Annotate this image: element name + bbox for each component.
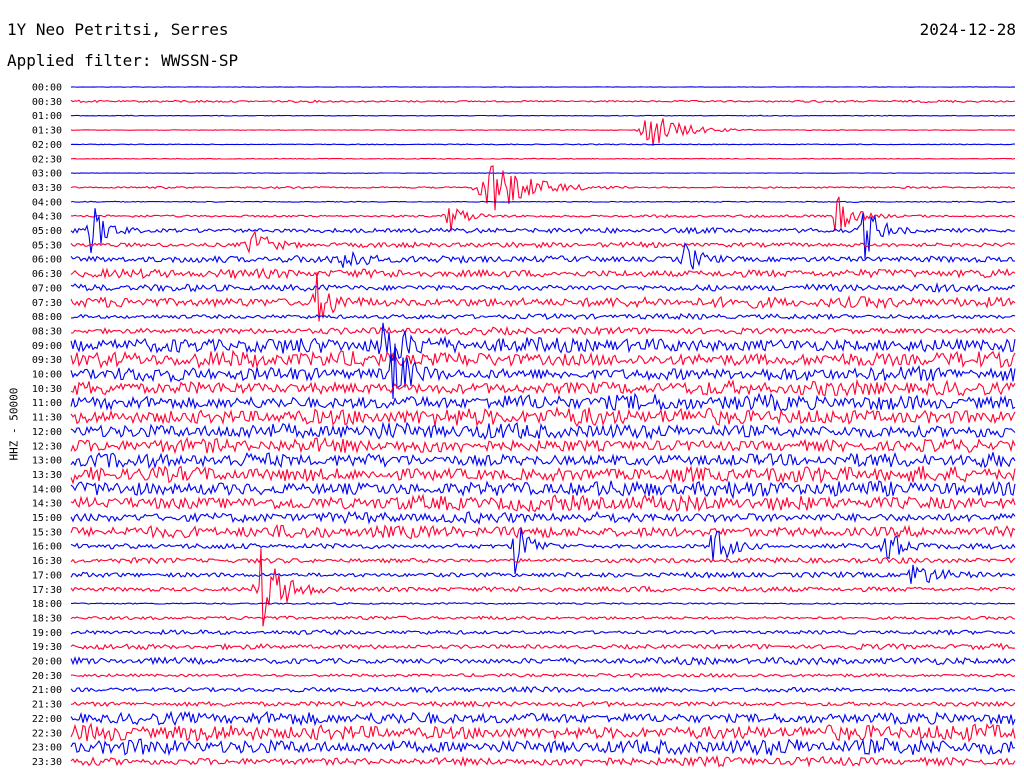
trace-line-0930 bbox=[70, 349, 1016, 370]
trace-line-2230 bbox=[70, 722, 1016, 743]
trace-line-1900 bbox=[70, 628, 1016, 636]
time-tick-label: 13:00 bbox=[32, 456, 62, 467]
trace-line-1500 bbox=[70, 510, 1016, 525]
trace-line-0230 bbox=[70, 157, 1016, 160]
trace-line-0030 bbox=[70, 99, 1016, 104]
trace-line-1700 bbox=[70, 564, 1016, 584]
time-tick-label: 08:30 bbox=[32, 326, 62, 337]
trace-line-0300 bbox=[71, 172, 1015, 174]
time-tick-label: 00:00 bbox=[32, 83, 62, 94]
time-tick-label: 12:00 bbox=[32, 427, 62, 438]
trace-line-1930 bbox=[70, 642, 1016, 651]
trace-line-2130 bbox=[70, 700, 1016, 709]
time-tick-labels: 00:00 00:30 01:00 01:30 02:00 02:30 03:00 03:30… bbox=[32, 83, 62, 768]
time-tick-label: 05:30 bbox=[32, 240, 62, 251]
time-tick-label: 09:00 bbox=[32, 341, 62, 352]
trace-line-0600 bbox=[70, 242, 1016, 270]
time-tick-label: 14:00 bbox=[32, 484, 62, 495]
time-tick-label: 03:00 bbox=[32, 169, 62, 180]
trace-line-0800 bbox=[71, 312, 1016, 321]
time-tick-label: 19:30 bbox=[32, 642, 62, 653]
trace-line-1630 bbox=[70, 556, 1016, 565]
time-tick-label: 06:00 bbox=[32, 255, 62, 266]
time-tick-label: 17:30 bbox=[32, 585, 62, 596]
trace-line-0530 bbox=[70, 229, 1016, 254]
trace-line-2330 bbox=[70, 754, 1016, 768]
trace-line-0100 bbox=[71, 114, 1016, 117]
trace-line-1530 bbox=[70, 523, 1016, 540]
trace-line-1430 bbox=[70, 493, 1016, 513]
time-tick-label: 13:30 bbox=[32, 470, 62, 481]
trace-line-0730 bbox=[70, 272, 1016, 322]
trace-line-2000 bbox=[70, 656, 1016, 666]
time-tick-label: 20:00 bbox=[32, 657, 62, 668]
time-tick-label: 07:00 bbox=[32, 283, 62, 294]
time-tick-label: 05:00 bbox=[32, 226, 62, 237]
time-tick-label: 19:00 bbox=[32, 628, 62, 639]
trace-line-1830 bbox=[70, 615, 1016, 621]
trace-line-1400 bbox=[70, 480, 1016, 500]
time-tick-label: 10:30 bbox=[32, 384, 62, 395]
trace-line-1100 bbox=[70, 392, 1016, 412]
trace-line-1330 bbox=[70, 465, 1016, 485]
time-tick-label: 21:00 bbox=[32, 685, 62, 696]
time-tick-label: 02:00 bbox=[32, 140, 62, 151]
trace-line-0830 bbox=[70, 325, 1016, 337]
time-tick-label: 04:00 bbox=[32, 197, 62, 208]
trace-line-0400 bbox=[70, 200, 1016, 203]
time-tick-label: 22:00 bbox=[32, 714, 62, 725]
time-tick-label: 18:30 bbox=[32, 613, 62, 624]
time-tick-label: 20:30 bbox=[32, 671, 62, 682]
time-tick-label: 07:30 bbox=[32, 298, 62, 309]
helicorder-plot: 00:00 00:30 01:00 01:30 02:00 02:30 03:00 03:30… bbox=[32, 83, 1016, 768]
trace-line-1300 bbox=[70, 451, 1016, 470]
time-tick-label: 08:00 bbox=[32, 312, 62, 323]
time-tick-label: 12:30 bbox=[32, 441, 62, 452]
trace-line-0200 bbox=[70, 143, 1015, 146]
trace-line-0630 bbox=[70, 267, 1016, 280]
time-tick-label: 18:00 bbox=[32, 599, 62, 610]
trace-line-1130 bbox=[70, 405, 1016, 428]
trace-line-0500 bbox=[70, 208, 1016, 259]
time-tick-label: 23:30 bbox=[32, 757, 62, 768]
time-tick-label: 22:30 bbox=[32, 728, 62, 739]
time-tick-label: 21:30 bbox=[32, 700, 62, 711]
trace-line-1230 bbox=[70, 436, 1016, 455]
time-tick-label: 17:00 bbox=[32, 570, 62, 581]
trace-line-0130 bbox=[70, 118, 1016, 146]
trace-line-2100 bbox=[70, 685, 1016, 694]
time-tick-label: 23:00 bbox=[32, 743, 62, 754]
seismic-traces bbox=[70, 86, 1016, 768]
time-tick-label: 01:00 bbox=[32, 111, 62, 122]
time-tick-label: 16:30 bbox=[32, 556, 62, 567]
time-tick-label: 02:30 bbox=[32, 154, 62, 165]
trace-line-2030 bbox=[70, 672, 1016, 678]
trace-line-0000 bbox=[70, 86, 1016, 88]
time-tick-label: 16:00 bbox=[32, 542, 62, 553]
time-tick-label: 15:00 bbox=[32, 513, 62, 524]
trace-line-0700 bbox=[70, 281, 1016, 294]
time-tick-label: 06:30 bbox=[32, 269, 62, 280]
trace-line-1030 bbox=[70, 378, 1016, 397]
trace-line-1200 bbox=[70, 421, 1016, 441]
time-tick-label: 04:30 bbox=[32, 212, 62, 223]
trace-line-2200 bbox=[70, 710, 1016, 727]
time-tick-label: 14:30 bbox=[32, 499, 62, 510]
time-tick-label: 01:30 bbox=[32, 126, 62, 137]
time-tick-label: 10:00 bbox=[32, 370, 62, 381]
time-tick-label: 15:30 bbox=[32, 527, 62, 538]
trace-line-2300 bbox=[70, 737, 1016, 757]
trace-line-1800 bbox=[71, 602, 1016, 606]
time-tick-label: 11:30 bbox=[32, 413, 62, 424]
time-tick-label: 03:30 bbox=[32, 183, 62, 194]
time-tick-label: 00:30 bbox=[32, 97, 62, 108]
time-tick-label: 11:00 bbox=[32, 398, 62, 409]
time-tick-label: 09:30 bbox=[32, 355, 62, 366]
